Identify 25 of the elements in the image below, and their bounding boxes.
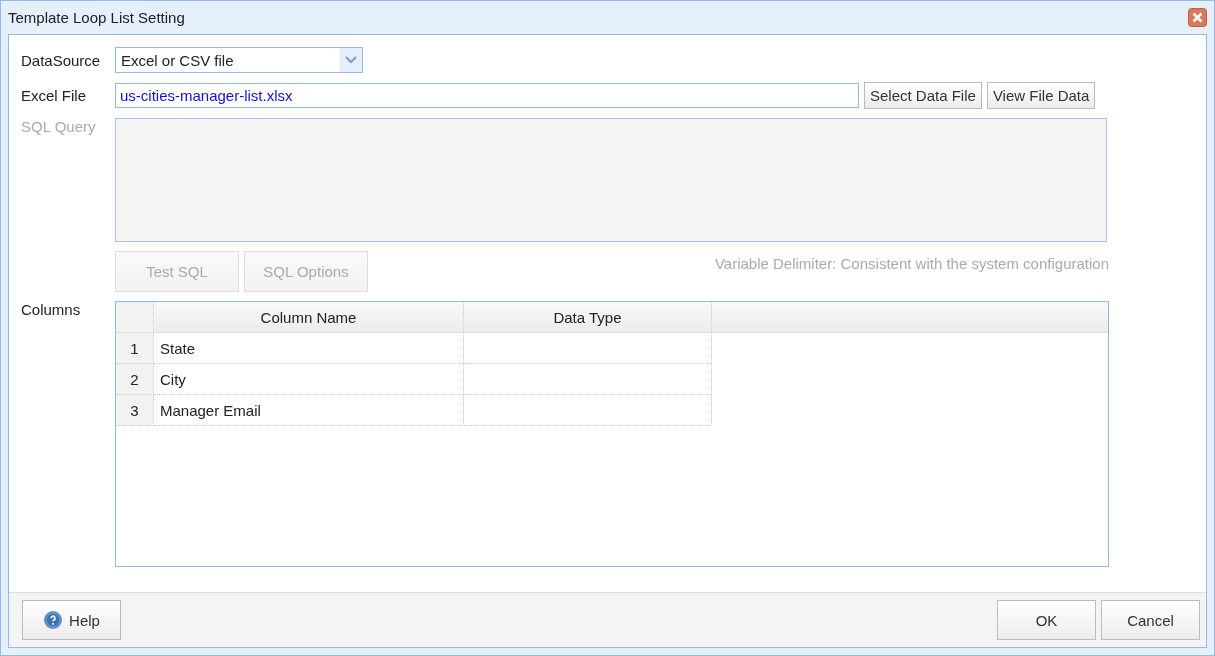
- chevron-icon: [345, 56, 357, 64]
- table-cell: Manager Email: [154, 395, 464, 426]
- file-button[interactable]: View File Data: [986, 82, 1096, 109]
- cancel-button[interactable]: Cancel: [1101, 600, 1200, 640]
- field-label: Excel File: [21, 87, 88, 104]
- delimiter-note: Variable Delimiter: Consistent with the system configuration: [714, 255, 1109, 272]
- help-button[interactable]: Help: [22, 600, 121, 640]
- corner-header: [116, 302, 154, 333]
- window-title: Template Loop List Setting: [8, 9, 185, 26]
- row-number: 3: [116, 395, 154, 426]
- column-header[interactable]: Column Name: [154, 302, 464, 333]
- file-button[interactable]: Select Data File: [864, 82, 982, 109]
- table-cell: State: [154, 333, 464, 364]
- ok-button[interactable]: OK: [997, 600, 1096, 640]
- table-cell: City: [154, 364, 464, 395]
- column-header[interactable]: Data Type: [464, 302, 712, 333]
- close-icon[interactable]: [1188, 8, 1207, 27]
- file-input-field[interactable]: us-cities-manager-list.xlsx: [115, 83, 859, 108]
- row-number: 1: [116, 333, 154, 364]
- row-number: 2: [116, 364, 154, 395]
- field-label: SQL Query: [21, 118, 97, 135]
- field-label: DataSource: [21, 51, 102, 69]
- help-icon: [43, 610, 64, 630]
- datasource-dropdown[interactable]: Excel or CSV file: [115, 47, 363, 73]
- field-label: Columns: [21, 301, 82, 318]
